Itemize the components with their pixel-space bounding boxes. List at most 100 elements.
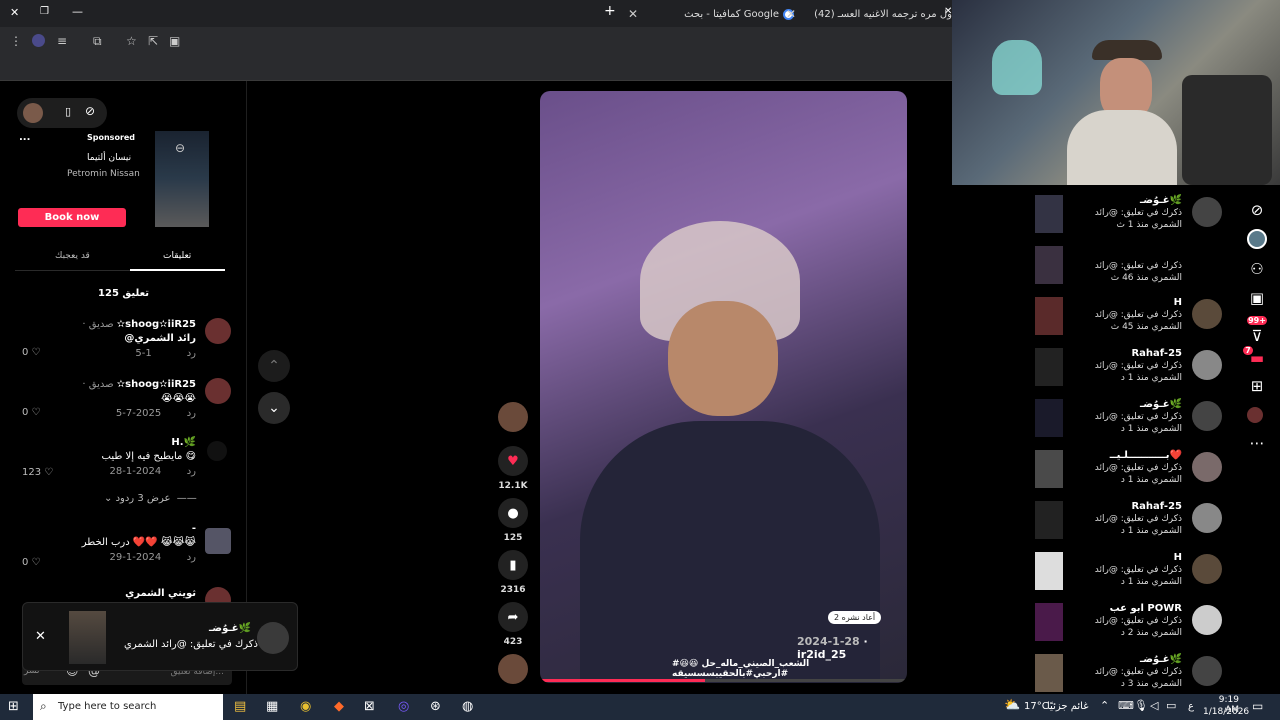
discord-icon[interactable]: ◎ (398, 699, 409, 714)
avatar[interactable] (1247, 229, 1267, 249)
like-icon[interactable]: ♥ (498, 446, 528, 476)
close-icon[interactable]: ✕ (35, 629, 46, 644)
sponsored-ad[interactable]: ... Sponsored نيسان ألتيما Petromin Niss… (15, 131, 231, 231)
avatar[interactable] (1192, 656, 1222, 686)
view-replies-button[interactable]: ⌄ عرض 3 ردود —— (104, 493, 197, 504)
tray-chevron-icon[interactable]: ⌃ (1100, 699, 1109, 712)
avatar[interactable] (1192, 350, 1222, 380)
tab-comments[interactable]: تعليقات (163, 251, 191, 261)
avatar[interactable] (1192, 503, 1222, 533)
comment-author[interactable]: - (82, 523, 196, 534)
live-icon[interactable]: ▣ (1247, 289, 1267, 307)
keyboard-icon[interactable]: ⌨ (1118, 699, 1134, 712)
avatar[interactable] (205, 528, 231, 554)
following-icon[interactable]: ⚇ (1247, 260, 1267, 278)
share-icon[interactable]: ➦ (498, 602, 528, 632)
chrome-icon[interactable]: ◉ (300, 699, 311, 714)
inbox-icon[interactable]: ⊽ (1247, 327, 1267, 345)
steam-icon[interactable]: ⊛ (430, 699, 441, 714)
like-count[interactable]: 0 ♡ (22, 347, 41, 358)
reposts-badge[interactable]: 2 أعاد نشره (828, 611, 882, 624)
compass-icon[interactable]: ⊘ (85, 104, 95, 118)
comment-author[interactable]: ثويني الشمري (125, 588, 196, 599)
tab-google-search[interactable]: ✕ كمافيتا - بحث Google (628, 4, 794, 24)
avatar[interactable] (207, 441, 227, 461)
more-icon[interactable]: ⋯ (1247, 434, 1267, 452)
brave-icon[interactable]: ◆ (334, 699, 344, 714)
volume-icon[interactable]: ◁ (1150, 699, 1158, 712)
reply-link[interactable]: رد (187, 466, 196, 477)
notification-toast[interactable]: ✕ غـوُضـ🌿 ذكرك في تعليق: @رائد الشمري (22, 602, 298, 671)
notification-item[interactable]: ذكرك في تعليق: @رائد الشمري منذ 46 ث (1020, 236, 1232, 284)
star-icon[interactable]: ☆ (126, 34, 137, 48)
avatar[interactable] (1192, 197, 1222, 227)
explore-icon[interactable]: ⊘ (1247, 201, 1267, 219)
xbox-icon[interactable]: ⊠ (364, 699, 375, 714)
comment-author[interactable]: ✫shoog✫iiR25 (117, 319, 196, 330)
avatar[interactable] (23, 103, 43, 123)
restore-window-icon[interactable]: ❐ (40, 6, 49, 17)
mic-icon[interactable]: 🎙 (1134, 699, 1148, 712)
minimize-window-icon[interactable]: — (72, 5, 83, 18)
comment-author[interactable]: H.🌿 (102, 437, 196, 448)
notification-item[interactable]: Rahaf-25 ذكرك في تعليق: @رائد الشمري منذ 1… (1020, 338, 1232, 386)
progress-track[interactable] (540, 679, 907, 682)
extensions-icon[interactable]: ⧉ (93, 34, 102, 49)
obs-icon[interactable]: ◍ (462, 699, 473, 714)
avatar[interactable] (1247, 407, 1263, 423)
notification-item[interactable]: H ذكرك في تعليق: @رائد الشمري منذ 1 د (1020, 542, 1232, 590)
avatar[interactable] (205, 318, 231, 344)
reply-link[interactable]: رد (187, 552, 196, 563)
cast-icon[interactable]: ▣ (169, 34, 180, 48)
upload-icon[interactable]: ⊞ (1247, 377, 1267, 395)
like-count[interactable]: 123 ♡ (22, 467, 53, 478)
notification-item[interactable]: بـــــــــــلـيــ❤️ ذكرك في تعليق: @رائد ا… (1020, 440, 1232, 488)
comment-icon[interactable]: ● (498, 498, 528, 528)
reply-link[interactable]: رد (187, 348, 196, 359)
sound-avatar[interactable] (498, 654, 528, 684)
notification-item[interactable]: غـوُضـ🌿 ذكرك في تعليق: @رائد الشمري منذ 3 … (1020, 644, 1232, 692)
network-icon[interactable]: ▭ (1166, 699, 1176, 712)
profile-icon[interactable] (32, 34, 45, 47)
more-icon[interactable]: ... (19, 132, 30, 143)
avatar[interactable] (1192, 605, 1222, 635)
avatar[interactable] (1192, 401, 1222, 431)
phone-icon[interactable]: ▯ (65, 105, 71, 118)
menu-icon[interactable]: ⋮ (10, 34, 22, 48)
close-icon[interactable]: ✕ (786, 7, 796, 21)
notification-item[interactable]: Rahaf-25 ذكرك في تعليق: @رائد الشمري منذ 1… (1020, 491, 1232, 539)
reply-link[interactable]: رد (187, 408, 196, 419)
avatar[interactable] (1192, 299, 1222, 329)
book-now-button[interactable]: Book now (18, 208, 126, 227)
next-video-button[interactable]: ⌄ (258, 392, 290, 424)
close-icon[interactable]: ✕ (628, 7, 638, 21)
comment-author[interactable]: ✫shoog✫iiR25 (117, 379, 196, 390)
avatar[interactable] (205, 378, 231, 404)
author-avatar[interactable] (498, 402, 528, 432)
playlist-icon[interactable]: ≡ (57, 34, 67, 48)
clock-date[interactable]: 1/18/2026 (1203, 707, 1249, 717)
like-count[interactable]: 0 ♡ (22, 557, 41, 568)
close-window-icon[interactable]: ✕ (10, 6, 19, 19)
notification-item[interactable]: ابو عب POWR ذكرك في تعليق: @رائد الشمري من… (1020, 593, 1232, 641)
windows-start-icon[interactable]: ⊞ (8, 699, 19, 714)
video-player[interactable]: 2 أعاد نشره 2024-1-28 · ir2id_25 #الشعب_… (540, 91, 907, 683)
share-icon[interactable]: ⇱ (148, 34, 158, 48)
notification-item[interactable]: غـوُضـ🌿 ذكرك في تعليق: @رائد الشمري منذ 1 … (1020, 389, 1232, 437)
bookmark-icon[interactable]: ▮ (498, 550, 528, 580)
avatar[interactable] (1192, 554, 1222, 584)
file-explorer-icon[interactable]: ▤ (234, 699, 246, 714)
store-icon[interactable]: ▦ (266, 699, 278, 714)
avatar[interactable] (1192, 452, 1222, 482)
taskbar-search[interactable]: ⌕ Type here to search (33, 694, 223, 720)
new-tab-button[interactable]: + (604, 3, 616, 19)
notification-item[interactable]: غـوُضـ🌿 ذكرك في تعليق: @رائد الشمري منذ 1 … (1020, 185, 1232, 233)
previous-video-button[interactable]: ⌃ (258, 350, 290, 382)
like-count[interactable]: 0 ♡ (22, 407, 41, 418)
search-input[interactable]: Type here to search (58, 701, 156, 712)
language-indicator[interactable]: ع (1188, 701, 1194, 712)
notification-item[interactable]: H ذكرك في تعليق: @رائد الشمري منذ 45 ث (1020, 287, 1232, 335)
messages-icon[interactable]: ▬ (1247, 349, 1267, 367)
notifications-icon[interactable]: ▭ (1252, 699, 1263, 713)
tab-you-may-like[interactable]: قد يعجبك (55, 251, 90, 261)
